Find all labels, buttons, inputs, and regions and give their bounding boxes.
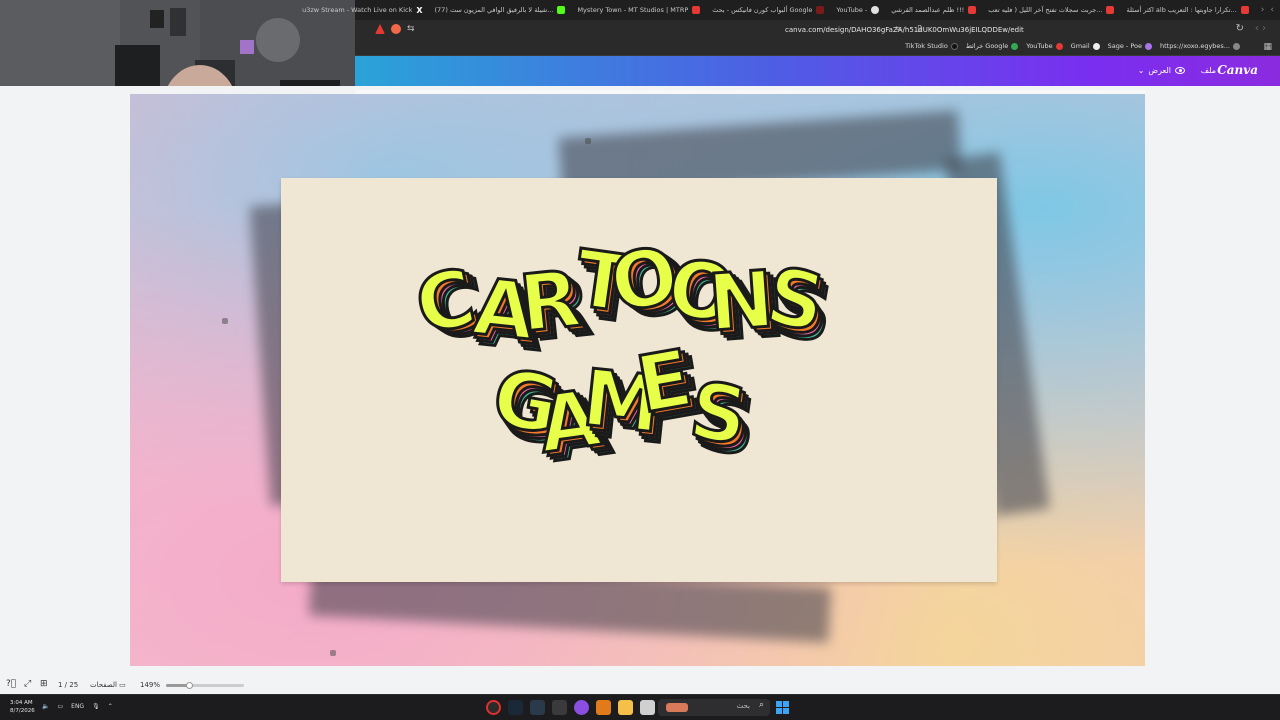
browser-tab[interactable]: Mystery Town - MT Studios | MTRP bbox=[571, 0, 706, 20]
canva-logo[interactable]: Canva bbox=[1217, 63, 1258, 77]
pages-button[interactable]: الصفحات ▭ bbox=[90, 679, 126, 691]
brave-shields-icon[interactable] bbox=[391, 24, 401, 34]
page-counter[interactable]: 1 / 25 bbox=[58, 679, 78, 691]
url-field[interactable]: canva.com/design/DAHO36gFaZA/h51dUK0OmWu… bbox=[785, 24, 1024, 36]
design-card[interactable]: CCCCAAAARRRRTTTTOOOOOOOONNNNSSSSGGGGAAAA… bbox=[281, 178, 997, 582]
search-label: بحث bbox=[736, 702, 750, 710]
search-icon: ⌕ bbox=[758, 700, 764, 710]
gmail-icon bbox=[1092, 42, 1100, 50]
windows-taskbar: 3:04 AM 8/7/2026 🔈 ▭ ENG 🎙 ⌃ بحث ⌕ bbox=[0, 694, 1280, 720]
browser-address-bar: ⇆ canva.com/design/DAHO36gFaZA/h51dUK0Om… bbox=[355, 20, 1280, 40]
site-icon bbox=[816, 6, 825, 14]
taskbar-pinned-apps bbox=[486, 700, 655, 715]
discord-icon[interactable] bbox=[574, 700, 589, 715]
zoom-percent[interactable]: 149% bbox=[140, 679, 160, 691]
fullscreen-icon[interactable]: ⤢ bbox=[24, 678, 31, 690]
paper-speck bbox=[330, 650, 336, 656]
bookmark-icon[interactable]: ▯ bbox=[917, 24, 922, 34]
file-menu-button[interactable]: ملف bbox=[1201, 66, 1216, 75]
zoom-slider-handle[interactable] bbox=[186, 682, 194, 689]
browser-tab[interactable]: اكثر أسئلة alb تكرارا جاوبتها : التعريب.… bbox=[1120, 0, 1254, 20]
app-icon[interactable] bbox=[640, 700, 655, 715]
editor-status-bar: ?⃝ ⤢ ⊞ 1 / 25 الصفحات ▭ 149% bbox=[0, 676, 1280, 694]
chevron-left-icon[interactable]: ‹ bbox=[1270, 5, 1274, 15]
brave-rewards-icon[interactable] bbox=[375, 24, 385, 34]
browser-tab[interactable]: YouTube - bbox=[830, 0, 885, 20]
reload-icon[interactable]: ↻ bbox=[1236, 23, 1244, 34]
paper-speck bbox=[222, 318, 228, 324]
search-highlight-icon bbox=[666, 703, 688, 712]
title-letter-2-4: SSSS bbox=[683, 364, 763, 475]
app-icon[interactable] bbox=[552, 700, 567, 715]
bookmarks-bar: https://xoxo.egybes... Sage - Poe Gmail … bbox=[355, 40, 1280, 56]
chevron-right-icon[interactable]: › bbox=[1261, 5, 1265, 15]
bookmark-item[interactable]: Gmail bbox=[1071, 42, 1100, 50]
volume-icon[interactable]: 🔈 bbox=[42, 703, 49, 710]
zoom-slider[interactable] bbox=[166, 682, 244, 689]
poe-icon bbox=[1145, 42, 1153, 50]
chevron-up-icon[interactable]: ⌃ bbox=[108, 703, 113, 710]
app-icon[interactable] bbox=[530, 700, 545, 715]
obs-icon[interactable] bbox=[486, 700, 501, 715]
browser-tab[interactable]: ألبواب كورن فانيكس - بحث Google bbox=[706, 0, 830, 20]
tab-scroll-arrows[interactable]: › ‹ bbox=[1255, 5, 1280, 15]
kick-icon bbox=[557, 6, 566, 14]
clock-time: 3:04 AM bbox=[10, 700, 33, 706]
bookmark-item[interactable]: Sage - Poe bbox=[1108, 42, 1153, 50]
paper-speck bbox=[585, 138, 591, 144]
network-icon[interactable]: ▭ bbox=[57, 703, 63, 710]
youtube-icon bbox=[1106, 6, 1115, 14]
bookmark-item[interactable]: YouTube bbox=[1026, 42, 1063, 50]
browser-tab[interactable]: جربت سجلات تفتح آخر الليل ( فليه تعب... bbox=[982, 0, 1120, 20]
youtube-icon bbox=[692, 6, 701, 14]
screen: › ‹ اكثر أسئلة alb تكرارا جاوبتها : التعر… bbox=[0, 0, 1280, 720]
share-icon[interactable]: ⇆ bbox=[407, 24, 417, 34]
google-icon bbox=[871, 6, 880, 14]
language-indicator[interactable]: ENG bbox=[71, 703, 84, 710]
clock-date: 8/7/2026 bbox=[10, 708, 35, 714]
taskbar-search[interactable]: بحث ⌕ bbox=[658, 699, 770, 716]
windows-start-icon[interactable] bbox=[776, 701, 789, 714]
bookmark-item[interactable]: https://xoxo.egybes... bbox=[1160, 42, 1240, 50]
site-icon bbox=[1233, 42, 1240, 50]
back-forward-icons[interactable]: ‹ › bbox=[1255, 23, 1266, 34]
system-clock[interactable]: 3:04 AM 8/7/2026 bbox=[10, 699, 35, 715]
site-settings-icon[interactable]: ⇋ bbox=[895, 24, 902, 33]
pages-icon: ▭ bbox=[119, 681, 126, 689]
steam-icon[interactable] bbox=[508, 700, 523, 715]
help-icon[interactable]: ?⃝ bbox=[6, 678, 16, 690]
brave-icon[interactable] bbox=[596, 700, 611, 715]
system-tray: 🔈 ▭ ENG 🎙 ⌃ bbox=[42, 703, 113, 710]
x-icon: X bbox=[416, 5, 423, 15]
browser-tab[interactable]: ظلم عبدالصمد القرشي !!! bbox=[885, 0, 982, 20]
cartoons-games-title-art[interactable]: CCCCAAAARRRRTTTTOOOOOOOONNNNSSSSGGGGAAAA… bbox=[281, 178, 997, 582]
chevron-down-icon: ⌄ bbox=[1137, 66, 1145, 75]
title-letters: CCCCAAAARRRRTTTTOOOOOOOONNNNSSSSGGGGAAAA… bbox=[407, 229, 841, 481]
youtube-icon bbox=[1055, 42, 1063, 50]
browser-tab-bar: › ‹ اكثر أسئلة alb تكرارا جاوبتها : التعر… bbox=[302, 0, 1280, 20]
google-maps-icon bbox=[1011, 42, 1019, 50]
extension-icons: ⇆ bbox=[375, 24, 417, 34]
view-menu-button[interactable]: ⌄ العرض bbox=[1138, 66, 1185, 75]
apps-grid-icon[interactable]: ▦ bbox=[1263, 42, 1272, 52]
browser-tab[interactable]: (77) شيلة لا بالرفيق الوافي المزيون ست..… bbox=[429, 0, 572, 20]
browser-tab[interactable]: Xu3zw Stream - Watch Live on Kick bbox=[296, 0, 428, 20]
youtube-icon bbox=[1240, 6, 1249, 14]
youtube-icon bbox=[968, 6, 977, 14]
file-explorer-icon[interactable] bbox=[618, 700, 633, 715]
grid-view-icon[interactable]: ⊞ bbox=[40, 678, 48, 690]
canva-header: Canva ملف ⌄ العرض bbox=[355, 56, 1280, 86]
bookmark-item[interactable]: خرائط Google bbox=[966, 42, 1019, 50]
bookmark-item[interactable]: TikTok Studio bbox=[905, 42, 958, 50]
eye-icon bbox=[1175, 67, 1185, 74]
tiktok-icon bbox=[950, 42, 958, 50]
microphone-icon[interactable]: 🎙 bbox=[92, 703, 100, 710]
